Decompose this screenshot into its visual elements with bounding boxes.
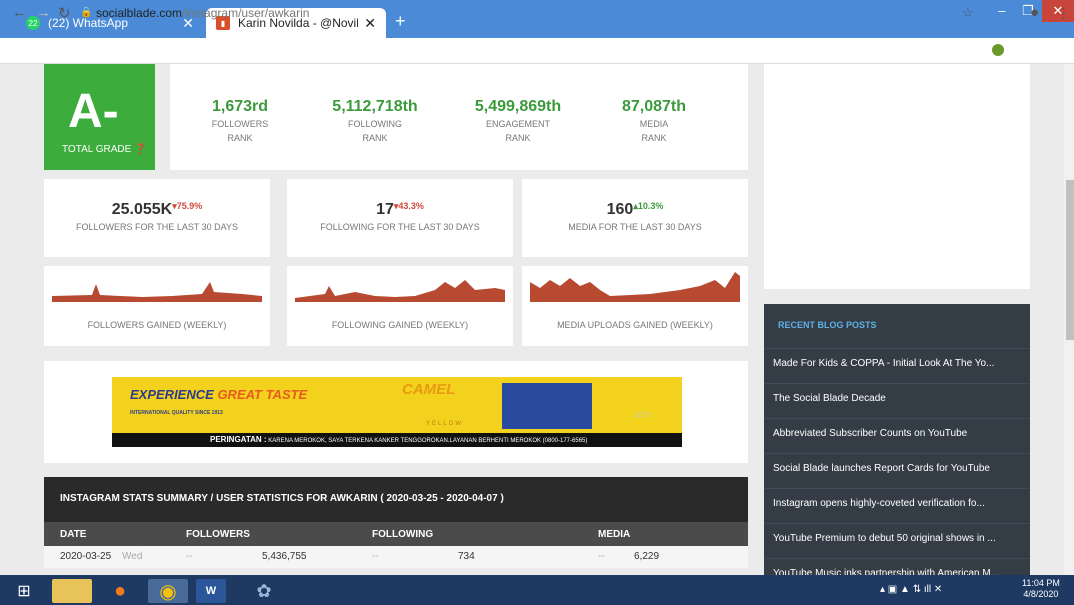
summary-title: INSTAGRAM STATS SUMMARY / USER STATISTIC… [44, 477, 748, 522]
table-row: 2020-03-25 Wed -- 5,436,755 -- 734 -- 6,… [44, 546, 748, 568]
ad-brand: CAMEL [402, 381, 456, 398]
rank-engagement: 5,499,869th ENGAGEMENT RANK [474, 98, 562, 143]
url-host: socialblade.com [96, 6, 183, 20]
ad-headline: EXPERIENCE GREAT TASTE [130, 387, 308, 402]
cigarette-pack-image [502, 383, 592, 429]
back-icon[interactable]: ← [12, 4, 27, 21]
bookmark-star-icon[interactable]: ☆ [962, 5, 974, 21]
clock[interactable]: 11:04 PM 4/8/2020 [1022, 578, 1060, 600]
paint-icon[interactable]: ✿ [244, 579, 284, 603]
start-icon[interactable]: ⊞ [4, 579, 44, 603]
rank-media: 87,087th MEDIA RANK [621, 98, 687, 143]
ranks-card: 1,673rd FOLLOWERS RANK 5,112,718th FOLLO… [170, 64, 748, 170]
ad-card: EXPERIENCE GREAT TASTE INTERNATIONAL QUA… [44, 361, 748, 463]
rank-following: 5,112,718th FOLLOWING RANK [332, 98, 418, 143]
word-icon[interactable]: W [196, 579, 226, 603]
address-bar [0, 38, 1074, 64]
url-field[interactable]: socialblade.com/instagram/user/awkarin [96, 6, 309, 20]
stat-media: 160▴10.3% MEDIA FOR THE LAST 30 DAYS [522, 179, 748, 257]
blog-post-link[interactable]: YouTube Music inks partnership with Amer… [764, 558, 1030, 575]
ad-warning: PERINGATAN : KARENA MEROKOK, SAYA TERKEN… [112, 433, 682, 447]
ad-subtext: INTERNATIONAL QUALITY SINCE 1913 [130, 410, 223, 416]
change-badge: ▾75.9% [172, 201, 203, 211]
following-sparkline [295, 280, 505, 302]
stat-following: 17▾43.3% FOLLOWING FOR THE LAST 30 DAYS [287, 179, 513, 257]
tray-icons[interactable]: ▴ ▣ ▲ ⇅ ıll ✕ [880, 584, 942, 595]
spark-following: FOLLOWING GAINED (WEEKLY) [287, 266, 513, 346]
ad-cta: LET'S [634, 413, 651, 419]
menu-icon[interactable]: ⋮ [1056, 4, 1071, 22]
new-tab-icon[interactable]: + [395, 11, 406, 32]
change-badge: ▴10.3% [633, 201, 664, 211]
profile-icon[interactable]: ● [1030, 4, 1039, 21]
scrollbar-thumb[interactable] [1066, 180, 1074, 340]
stats-summary-table: INSTAGRAM STATS SUMMARY / USER STATISTIC… [44, 477, 748, 575]
followers-sparkline [52, 282, 262, 302]
url-path: /instagram/user/awkarin [182, 6, 310, 20]
firefox-icon[interactable]: ● [100, 579, 140, 603]
media-sparkline [530, 272, 740, 302]
sidebar-ad-slot [764, 64, 1030, 289]
chrome-icon[interactable]: ◉ [148, 579, 188, 603]
recent-blog-posts: RECENT BLOG POSTS Made For Kids & COPPA … [764, 304, 1030, 575]
table-header: DATE FOLLOWERS FOLLOWING MEDIA [44, 522, 748, 546]
grade-card: A- TOTAL GRADE ❓ [44, 64, 155, 170]
grade-value: A- [68, 85, 119, 138]
rank-followers: 1,673rd FOLLOWERS RANK [211, 98, 269, 143]
blog-post-link[interactable]: Abbreviated Subscriber Counts on YouTube [764, 418, 1030, 452]
page-content: A- TOTAL GRADE ❓ 1,673rd FOLLOWERS RANK … [0, 64, 1064, 575]
ad-brand-variant: YELLOW [426, 421, 464, 427]
blog-post-link[interactable]: Made For Kids & COPPA - Initial Look At … [764, 348, 1030, 382]
lock-icon: 🔒 [80, 7, 93, 18]
grade-label: TOTAL GRADE ❓ [62, 144, 147, 155]
camel-ad-banner[interactable]: EXPERIENCE GREAT TASTE INTERNATIONAL QUA… [112, 377, 682, 447]
blog-title: RECENT BLOG POSTS [778, 320, 877, 330]
minimize-icon[interactable]: – [990, 0, 1014, 22]
spark-followers: FOLLOWERS GAINED (WEEKLY) [44, 266, 270, 346]
close-tab-icon[interactable]: ✕ [364, 15, 376, 32]
stat-followers: 25.055K▾75.9% FOLLOWERS FOR THE LAST 30 … [44, 179, 270, 257]
blog-post-link[interactable]: Social Blade launches Report Cards for Y… [764, 453, 1030, 487]
blog-post-link[interactable]: Instagram opens highly-coveted verificat… [764, 488, 1030, 522]
extension-icon[interactable] [992, 44, 1004, 56]
forward-icon[interactable]: → [36, 4, 51, 21]
reload-icon[interactable]: ↻ [58, 4, 71, 22]
spark-media: MEDIA UPLOADS GAINED (WEEKLY) [522, 266, 748, 346]
change-badge: ▾43.3% [393, 201, 424, 211]
help-icon[interactable]: ❓ [134, 144, 146, 155]
blog-post-link[interactable]: YouTube Premium to debut 50 original sho… [764, 523, 1030, 557]
file-explorer-icon[interactable] [52, 579, 92, 603]
blog-post-link[interactable]: The Social Blade Decade [764, 383, 1030, 417]
